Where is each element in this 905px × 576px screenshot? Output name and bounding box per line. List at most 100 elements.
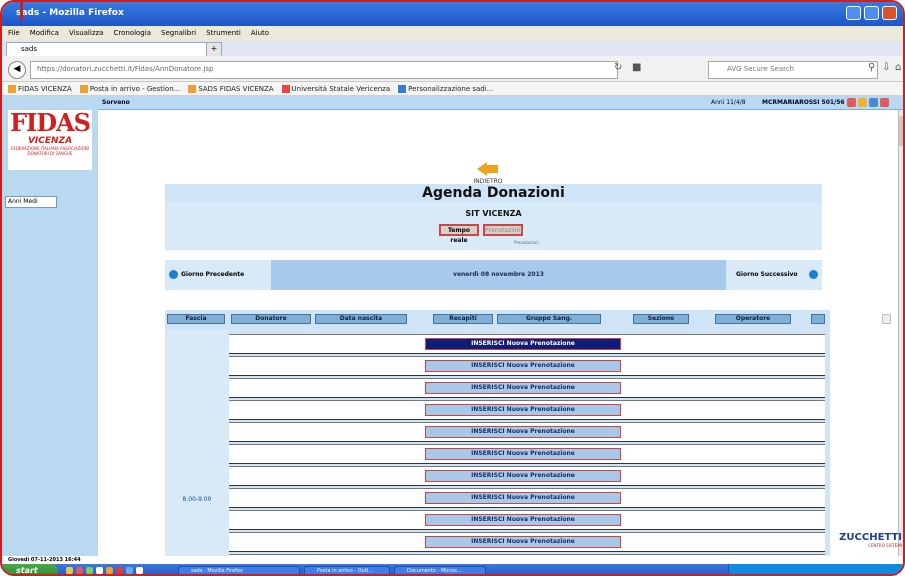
exit-icon[interactable] xyxy=(880,98,889,107)
back-arrow-icon[interactable]: ◀ xyxy=(8,61,26,79)
insert-booking-button[interactable]: INSERISCI Nuova Prenotazione xyxy=(425,492,621,504)
folder-icon xyxy=(79,84,88,93)
quicklaunch-icon[interactable] xyxy=(106,567,113,574)
window-controls xyxy=(846,6,897,20)
lock-icon[interactable] xyxy=(858,98,867,107)
magnifier-icon[interactable]: ⚲ xyxy=(868,62,875,73)
table-row: INSERISCI Nuova Prenotazione xyxy=(229,466,825,486)
table-row: INSERISCI Nuova Prenotazione xyxy=(229,334,825,354)
taskbar-task[interactable]: sads - Mozilla Firefox xyxy=(178,566,300,574)
brand-tagline: CENTRO SISTEMI xyxy=(868,543,902,548)
os-taskbar: start sads - Mozilla Firefox Posta in ar… xyxy=(2,564,903,574)
maximize-icon[interactable] xyxy=(864,6,879,20)
download-icon[interactable]: ⇩ xyxy=(882,62,890,73)
table-row: INSERISCI Nuova Prenotazione xyxy=(229,488,825,508)
url-bar[interactable]: https://donatori.zucchetti.it/Fidas/AnnD… xyxy=(30,61,618,79)
minimize-icon[interactable] xyxy=(846,6,861,20)
start-button[interactable]: start xyxy=(2,564,58,574)
bookmark-item[interactable]: Università Statale Vericenza xyxy=(281,84,390,93)
insert-booking-button[interactable]: INSERISCI Nuova Prenotazione xyxy=(425,426,621,438)
bookmark-item[interactable]: Posta in arrivo - Gestion... xyxy=(79,84,181,93)
header-gruppo-sang: Gruppo Sang. xyxy=(497,314,601,324)
previous-day-label: Giorno Precedente xyxy=(181,271,245,278)
realtime-toggle-button[interactable]: Tempo reale xyxy=(439,224,479,244)
menu-edit[interactable]: Modifica xyxy=(30,29,59,37)
insert-booking-button[interactable]: INSERISCI Nuova Prenotazione xyxy=(425,338,621,350)
insert-booking-button[interactable]: INSERISCI Nuova Prenotazione xyxy=(425,360,621,372)
quicklaunch-icon[interactable] xyxy=(136,567,143,574)
taskbar-task[interactable]: Documento - Micros... xyxy=(394,566,486,574)
quicklaunch-icon[interactable] xyxy=(86,567,93,574)
quicklaunch-icon[interactable] xyxy=(66,567,73,574)
table-row: INSERISCI Nuova Prenotazione xyxy=(229,400,825,420)
header-operatore: Operatore xyxy=(715,314,791,324)
menu-bookmarks[interactable]: Segnalibri xyxy=(161,29,196,37)
topbar-user-label: MCRMARIAROSSI 501/56 xyxy=(762,99,845,106)
day-navigation: Giorno Precedente venerdì 08 novembre 20… xyxy=(165,260,822,290)
taskbar-task[interactable]: Posta in arrivo - Outl... xyxy=(304,566,390,574)
next-day-label: Giorno Successivo xyxy=(736,271,798,278)
site-panel: SIT VICENZA Tempo reale Prenotazioni Pre… xyxy=(165,202,822,250)
quicklaunch-icon[interactable] xyxy=(76,567,83,574)
app-sidebar: FIDAS VICENZA FEDERAZIONE ITALIANA ASSOC… xyxy=(2,96,98,556)
bookings-toggle-button[interactable]: Prenotazioni xyxy=(483,224,523,236)
bookmark-label: Posta in arrivo - Gestion... xyxy=(89,84,181,93)
help-icon[interactable] xyxy=(869,98,878,107)
quicklaunch-icon[interactable] xyxy=(126,567,133,574)
house-icon[interactable]: ⌂ xyxy=(895,62,901,73)
insert-booking-button[interactable]: INSERISCI Nuova Prenotazione xyxy=(425,448,621,460)
page-title: Agenda Donazioni xyxy=(165,184,822,202)
topbar-icons xyxy=(847,98,889,107)
sidebar-nav-button[interactable]: Anni Medi xyxy=(5,196,57,208)
logo-subtext: VICENZA xyxy=(27,136,73,146)
insert-booking-button[interactable]: INSERISCI Nuova Prenotazione xyxy=(425,536,621,548)
quicklaunch-icon[interactable] xyxy=(116,567,123,574)
fidas-logo: FIDAS VICENZA FEDERAZIONE ITALIANA ASSOC… xyxy=(8,110,92,170)
globe-icon xyxy=(281,84,290,93)
previous-day-button[interactable]: Giorno Precedente xyxy=(165,260,271,290)
table-row: INSERISCI Nuova Prenotazione xyxy=(229,532,825,552)
menu-history[interactable]: Cronologia xyxy=(113,29,151,37)
time-slot-cell: 8.00-9.00 xyxy=(165,330,229,556)
quicklaunch-icon[interactable] xyxy=(96,567,103,574)
menu-tools[interactable]: Strumenti xyxy=(206,29,241,37)
brand-accent-line xyxy=(20,2,23,20)
site-name: SIT VICENZA xyxy=(465,209,522,218)
header-fascia: Fascia xyxy=(167,314,225,324)
system-tray xyxy=(728,564,903,574)
menu-help[interactable]: Aiuto xyxy=(251,29,269,37)
folder-icon xyxy=(8,84,16,93)
menu-view[interactable]: Visualizza xyxy=(69,29,103,37)
header-extra xyxy=(811,314,825,324)
scrollbar-thumb[interactable] xyxy=(899,116,903,146)
browser-tabbar: sads + xyxy=(2,40,903,58)
bookmarks-toolbar: FIDAS VICENZA Posta in arrivo - Gestion.… xyxy=(2,82,903,96)
menu-file[interactable]: File xyxy=(8,29,20,37)
close-icon[interactable] xyxy=(882,6,897,20)
bookmark-item[interactable]: SADS FIDAS VICENZA xyxy=(188,84,274,93)
insert-booking-button[interactable]: INSERISCI Nuova Prenotazione xyxy=(425,514,621,526)
home-icon[interactable]: ■ xyxy=(632,62,641,73)
insert-booking-button[interactable]: INSERISCI Nuova Prenotazione xyxy=(425,470,621,482)
table-row: INSERISCI Nuova Prenotazione xyxy=(229,378,825,398)
page-icon xyxy=(398,84,407,93)
next-day-button[interactable]: Giorno Successivo xyxy=(726,260,822,290)
time-slot-label: 8.00-9.00 xyxy=(182,496,212,503)
reload-icon[interactable]: ↻ xyxy=(614,62,622,73)
brand-name: ZUCCHETTI xyxy=(839,532,902,543)
calendar-icon[interactable] xyxy=(847,98,856,107)
back-link[interactable]: INDIETRO xyxy=(470,162,506,185)
page-scrollbar[interactable] xyxy=(898,110,903,556)
bookmark-item[interactable]: FIDAS VICENZA xyxy=(8,84,72,93)
browser-navbar: ◀ https://donatori.zucchetti.it/Fidas/An… xyxy=(2,56,903,82)
bookmark-label: Personalizzazione sadi... xyxy=(408,84,494,93)
topbar-left-label: Sorveno xyxy=(102,99,130,106)
insert-booking-button[interactable]: INSERISCI Nuova Prenotazione xyxy=(425,404,621,416)
current-day: venerdì 08 novembre 2013 xyxy=(453,271,544,278)
table-row: INSERISCI Nuova Prenotazione xyxy=(229,510,825,530)
zucchetti-logo: ZUCCHETTI CENTRO SISTEMI xyxy=(836,532,902,548)
insert-booking-button[interactable]: INSERISCI Nuova Prenotazione xyxy=(425,382,621,394)
bookmark-item[interactable]: Personalizzazione sadi... xyxy=(398,84,494,93)
search-input[interactable]: AVG Secure Search xyxy=(708,61,878,79)
table-scroll-handle[interactable] xyxy=(882,314,891,324)
